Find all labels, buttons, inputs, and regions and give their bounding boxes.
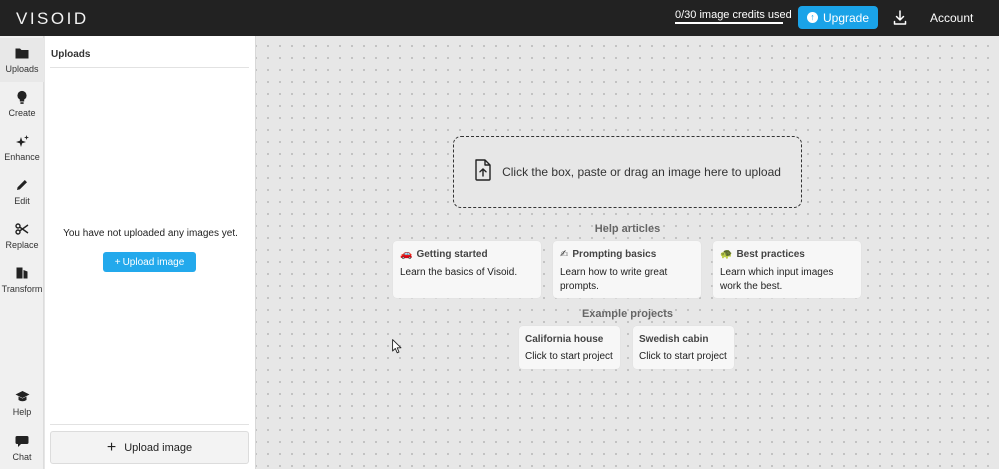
rail-item-create[interactable]: Create [0, 82, 44, 126]
card-title: 🚗 Getting started [400, 249, 488, 260]
pencil-icon [14, 177, 30, 193]
app-logo[interactable]: VISOID [16, 9, 89, 29]
lightbulb-icon [14, 89, 30, 105]
dropzone-text: Click the box, paste or drag an image he… [502, 165, 781, 179]
divider [50, 67, 249, 68]
card-description: Click to start project [639, 351, 727, 362]
folder-icon [14, 45, 30, 61]
plus-icon: + [114, 256, 121, 268]
uploads-panel: Uploads You have not uploaded any images… [45, 36, 256, 469]
card-title: California house [525, 334, 604, 345]
credits-progress-bar [675, 22, 783, 24]
example-projects-heading: Example projects [581, 308, 674, 320]
help-card-best-practices[interactable]: 🐢 Best practices Learn which input image… [713, 241, 861, 298]
example-card-swedish-cabin[interactable]: Swedish cabin Click to start project [633, 326, 734, 369]
card-title: Swedish cabin [639, 334, 709, 345]
upload-image-button[interactable]: + Upload image [103, 252, 196, 272]
rail-label: Replace [5, 240, 39, 250]
panel-title: Uploads [51, 49, 91, 60]
card-title: 🐢 Best practices [720, 249, 805, 260]
card-description: Learn the basics of Visoid. [400, 267, 518, 278]
rail-item-replace[interactable]: Replace [0, 214, 44, 258]
rail-label: Edit [14, 196, 30, 206]
card-title: ✍ Prompting basics [560, 249, 656, 260]
account-menu[interactable]: Account [930, 11, 973, 25]
scissors-icon [14, 221, 30, 237]
arrow-up-circle-icon: ↑ [806, 12, 818, 23]
file-upload-icon [474, 158, 492, 186]
rail-label: Chat [12, 452, 32, 462]
help-card-prompting-basics[interactable]: ✍ Prompting basics Learn how to write gr… [553, 241, 701, 298]
graduation-cap-icon [14, 388, 30, 404]
rail-label: Help [12, 407, 32, 417]
help-articles-heading: Help articles [594, 223, 661, 235]
writing-hand-icon: ✍ [560, 248, 569, 260]
download-icon[interactable] [892, 9, 908, 27]
chat-bubble-icon [14, 433, 30, 449]
credits-counter: 0/30 image credits used [675, 9, 792, 21]
card-description: Learn which input images work the best. [720, 267, 834, 292]
rail-label: Transform [1, 284, 43, 294]
rail-item-enhance[interactable]: Enhance [0, 126, 44, 170]
top-bar: VISOID 0/30 image credits used ↑ Upgrade… [0, 0, 999, 36]
rail-item-edit[interactable]: Edit [0, 170, 44, 214]
rail-item-chat[interactable]: Chat [0, 426, 44, 469]
canvas-area[interactable]: Click the box, paste or drag an image he… [256, 36, 999, 469]
upgrade-button[interactable]: ↑ Upgrade [798, 6, 878, 29]
help-card-getting-started[interactable]: 🚗 Getting started Learn the basics of Vi… [393, 241, 541, 298]
rail-item-help[interactable]: Help [0, 381, 44, 425]
tool-rail: Uploads Create Enhance Edit Replace Tran… [0, 36, 44, 469]
turtle-icon: 🐢 [720, 248, 733, 260]
upload-image-label: Upload image [122, 256, 185, 268]
image-dropzone[interactable]: Click the box, paste or drag an image he… [453, 136, 802, 208]
sparkles-icon [14, 133, 30, 149]
divider [50, 424, 249, 425]
rail-label: Create [8, 108, 36, 118]
card-title-text: Prompting basics [572, 249, 657, 260]
upload-image-bottom-button[interactable]: + Upload image [50, 431, 249, 464]
card-description: Learn how to write great prompts. [560, 267, 668, 292]
rail-label: Enhance [4, 152, 40, 162]
transform-icon [14, 265, 30, 281]
example-card-california-house[interactable]: California house Click to start project [519, 326, 620, 369]
rail-item-uploads[interactable]: Uploads [0, 38, 44, 82]
card-title-text: Getting started [416, 249, 488, 260]
rail-item-transform[interactable]: Transform [0, 258, 44, 302]
plus-icon: + [106, 438, 117, 456]
card-title-text: Best practices [736, 249, 805, 260]
upgrade-label: Upgrade [822, 10, 870, 25]
rail-label: Uploads [5, 64, 39, 74]
empty-state-message: You have not uploaded any images yet. [63, 228, 238, 239]
car-icon: 🚗 [400, 248, 413, 260]
upload-image-label: Upload image [124, 441, 193, 454]
mouse-cursor-icon [392, 339, 402, 354]
